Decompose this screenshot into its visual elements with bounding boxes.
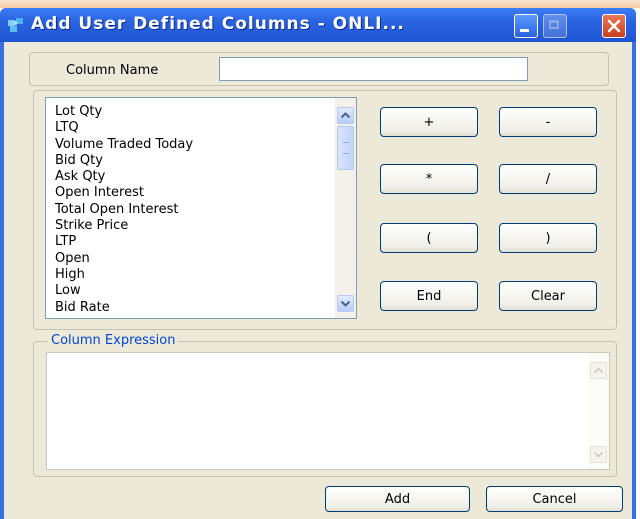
window-title: Add User Defined Columns - ONLI... [31, 14, 405, 34]
multiply-button[interactable]: * [380, 164, 478, 194]
list-item[interactable]: Bid Qty [55, 153, 356, 169]
list-item[interactable]: LTQ [55, 120, 356, 136]
list-item[interactable]: Ask Qty [55, 169, 356, 185]
scroll-down-icon[interactable] [337, 295, 354, 312]
list-item[interactable]: High [55, 267, 356, 283]
plus-button[interactable]: + [380, 107, 478, 137]
list-scrollbar[interactable] [335, 98, 356, 318]
cancel-button[interactable]: Cancel [486, 486, 623, 512]
end-button[interactable]: End [380, 281, 478, 311]
list-item[interactable]: Low [55, 283, 356, 299]
column-name-input[interactable] [219, 57, 528, 81]
close-icon[interactable] [602, 14, 626, 38]
scroll-up-icon[interactable] [337, 107, 354, 124]
field-listbox[interactable]: Lot Qty LTQ Volume Traded Today Bid Qty … [45, 97, 357, 319]
list-item[interactable]: Volume Traded Today [55, 137, 356, 153]
maximize-icon [543, 14, 567, 38]
clear-button[interactable]: Clear [499, 281, 597, 311]
minus-button[interactable]: - [499, 107, 597, 137]
list-item[interactable]: Lot Qty [55, 104, 356, 120]
close-paren-button[interactable]: ) [499, 223, 597, 253]
list-item[interactable]: Open Interest [55, 185, 356, 201]
desktop-strip [0, 0, 640, 8]
scroll-thumb[interactable] [337, 126, 354, 170]
list-item[interactable]: Total Open Interest [55, 202, 356, 218]
expression-scrollbar [588, 353, 609, 469]
title-bar[interactable]: Add User Defined Columns - ONLI... [0, 8, 636, 42]
scroll-up-icon [590, 362, 607, 379]
minimize-icon[interactable] [514, 14, 538, 38]
list-item[interactable]: Strike Price [55, 218, 356, 234]
expression-textarea[interactable] [46, 352, 610, 470]
add-button[interactable]: Add [325, 486, 470, 512]
list-item[interactable]: Open [55, 251, 356, 267]
list-item[interactable]: Bid Rate [55, 300, 356, 316]
open-paren-button[interactable]: ( [380, 223, 478, 253]
divide-button[interactable]: / [499, 164, 597, 194]
scroll-down-icon [590, 446, 607, 463]
list-item[interactable]: LTP [55, 234, 356, 250]
puzzle-icon [6, 16, 26, 34]
column-name-label: Column Name [66, 63, 159, 78]
expression-legend: Column Expression [48, 333, 179, 348]
